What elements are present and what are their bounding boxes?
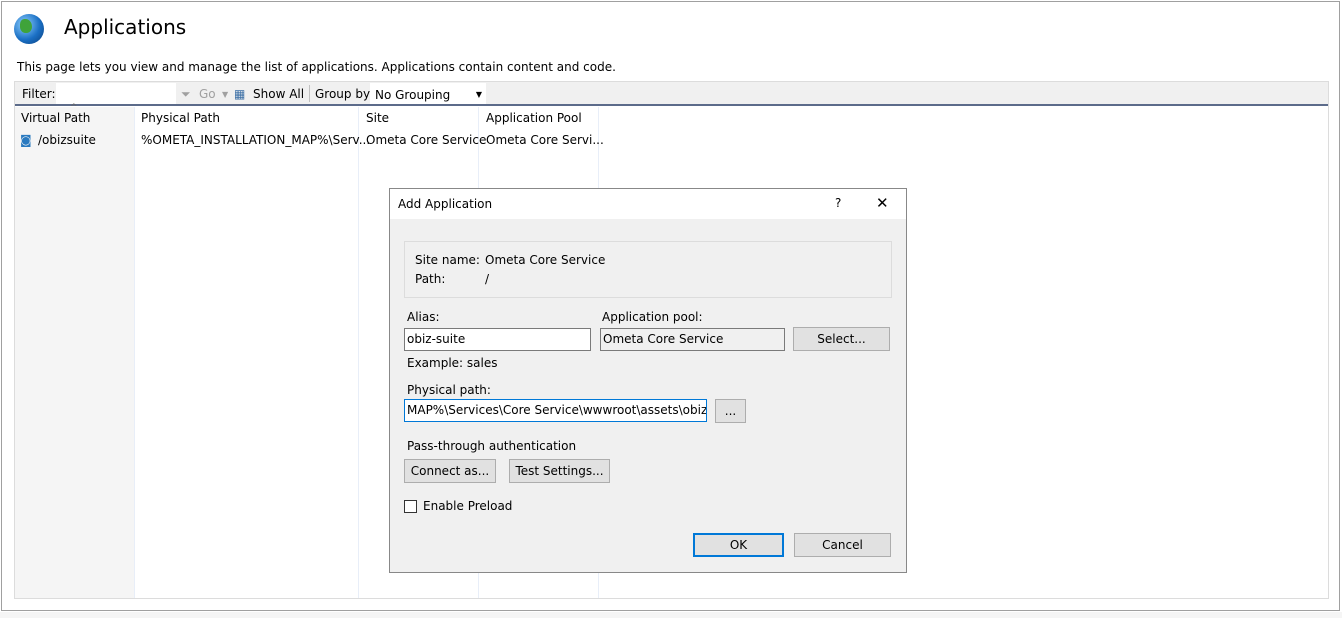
connect-as-button[interactable]: Connect as...	[404, 459, 496, 483]
show-all-button[interactable]: Show All	[253, 87, 304, 101]
alias-input[interactable]: obiz-suite	[404, 328, 591, 351]
row-site[interactable]: Ometa Core Service	[366, 133, 486, 147]
chevron-down-icon: ▼	[475, 90, 482, 99]
dialog-title: Add Application	[398, 197, 493, 211]
app-pool-label: Application pool:	[602, 310, 703, 324]
group-by-select[interactable]: No Grouping ▼	[370, 83, 486, 104]
row-app-pool[interactable]: Ometa Core Servi...	[486, 133, 604, 147]
go-dropdown-icon: ▼	[222, 90, 229, 99]
add-application-dialog: Add Application ? ✕ Site name: Ometa Cor…	[389, 188, 907, 573]
filter-input[interactable]	[56, 83, 176, 104]
header-site[interactable]: Site	[366, 111, 389, 125]
select-button[interactable]: Select...	[793, 327, 890, 351]
row-physical-path[interactable]: %OMETA_INSTALLATION_MAP%\Serv...	[141, 133, 370, 147]
group-by-value: No Grouping	[375, 88, 451, 102]
enable-preload-label[interactable]: Enable Preload	[423, 499, 512, 513]
close-icon[interactable]: ✕	[876, 194, 889, 212]
site-name-label: Site name:	[415, 253, 480, 267]
group-by-label: Group by:	[315, 87, 374, 101]
app-pool-field: Ometa Core Service	[600, 328, 785, 351]
ok-button[interactable]: OK	[693, 533, 784, 557]
status-bar	[0, 612, 1342, 618]
path-value: /	[485, 272, 490, 286]
funnel-icon: ⏷	[181, 87, 191, 101]
column-virtual-path	[15, 107, 135, 598]
dialog-title-bar: Add Application ? ✕	[390, 189, 906, 219]
toolbar-divider	[309, 85, 310, 102]
alias-example: Example: sales	[407, 356, 498, 370]
physical-path-input[interactable]: MAP%\Services\Core Service\wwwroot\asset…	[404, 399, 707, 422]
header-app-pool[interactable]: Application Pool	[486, 111, 582, 125]
site-info-box	[404, 241, 892, 298]
go-button[interactable]: Go	[199, 87, 216, 101]
header-physical-path[interactable]: Physical Path	[141, 111, 220, 125]
site-name-value: Ometa Core Service	[485, 253, 606, 267]
header-virtual-path[interactable]: Virtual Path	[21, 111, 90, 125]
application-icon: ◙	[20, 133, 32, 147]
test-settings-button[interactable]: Test Settings...	[509, 459, 610, 483]
toolbar: Filter: ▼ ⏷ Go ▼ ▦ Show All Group by:	[15, 82, 1328, 106]
enable-preload-checkbox[interactable]	[404, 500, 417, 513]
page-title: Applications	[64, 15, 187, 39]
filter-label: Filter:	[22, 87, 56, 101]
path-label: Path:	[415, 272, 446, 286]
cancel-button[interactable]: Cancel	[794, 533, 891, 557]
row-virtual-path[interactable]: /obizsuite	[38, 133, 96, 147]
show-all-icon: ▦	[234, 87, 246, 101]
physical-path-label: Physical path:	[407, 383, 491, 397]
alias-label: Alias:	[407, 310, 440, 324]
column-physical-path	[135, 107, 359, 598]
page-description: This page lets you view and manage the l…	[17, 60, 616, 74]
passthrough-label: Pass-through authentication	[407, 439, 577, 453]
globe-icon	[14, 14, 44, 44]
browse-button[interactable]: ...	[715, 399, 746, 423]
help-button[interactable]: ?	[835, 196, 841, 210]
